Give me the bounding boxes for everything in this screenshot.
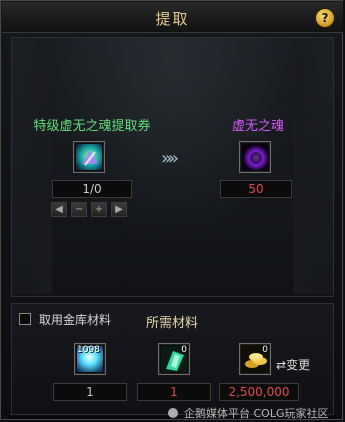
penguin-logo-icon [168,408,178,418]
input-item-label: 特级虚无之魂提取券 [33,119,151,134]
background-pillar-right [293,38,333,294]
output-count: 50 [220,180,292,198]
output-item-label: 虚无之魂 [231,119,284,134]
background-pillar-left [12,38,52,294]
material-quantity-badge: 0 [181,345,187,355]
window-titlebar[interactable]: 提取 ? [2,2,343,33]
extraction-window: 提取 ? 特级虚无之魂提取券 1/0 ◀ − + ▶ »» 虚无之魂 50 取用… [0,0,343,420]
prev-arrow-button[interactable]: ◀ [51,202,67,217]
window-title: 提取 [155,10,190,28]
material-required: 1 [53,383,127,401]
material-required: 1 [137,383,211,401]
material-slot[interactable]: 1098 [74,343,106,375]
material-slot[interactable]: 0 [158,343,190,375]
transform-arrows-icon: »» [161,148,179,169]
increase-button[interactable]: + [91,202,107,217]
gold-slot[interactable]: 0 [239,343,271,375]
use-vault-label: 取用金库材料 [39,313,112,327]
change-label: 变更 [286,358,311,372]
void-soul-icon [242,144,268,170]
watermark: 企鹅媒体平台 COLG玩家社区 [168,405,329,421]
gold-quantity-badge: 0 [262,345,268,355]
input-item-slot[interactable] [73,141,105,173]
extraction-voucher-icon [76,144,102,170]
swap-icon: ⇄ [276,358,287,372]
change-button[interactable]: ⇄变更 [276,356,310,373]
input-count: 1/0 [52,180,132,198]
gold-required: 2,500,000 [219,383,299,401]
use-vault-checkbox[interactable] [19,313,31,325]
help-icon[interactable]: ? [315,8,335,28]
output-item-slot[interactable] [239,141,271,173]
material-quantity-badge: 1098 [77,345,100,355]
materials-header: 所需材料 [146,316,199,331]
next-arrow-button[interactable]: ▶ [111,202,127,217]
watermark-text: 企鹅媒体平台 COLG玩家社区 [184,407,329,420]
decrease-button[interactable]: − [71,202,87,217]
